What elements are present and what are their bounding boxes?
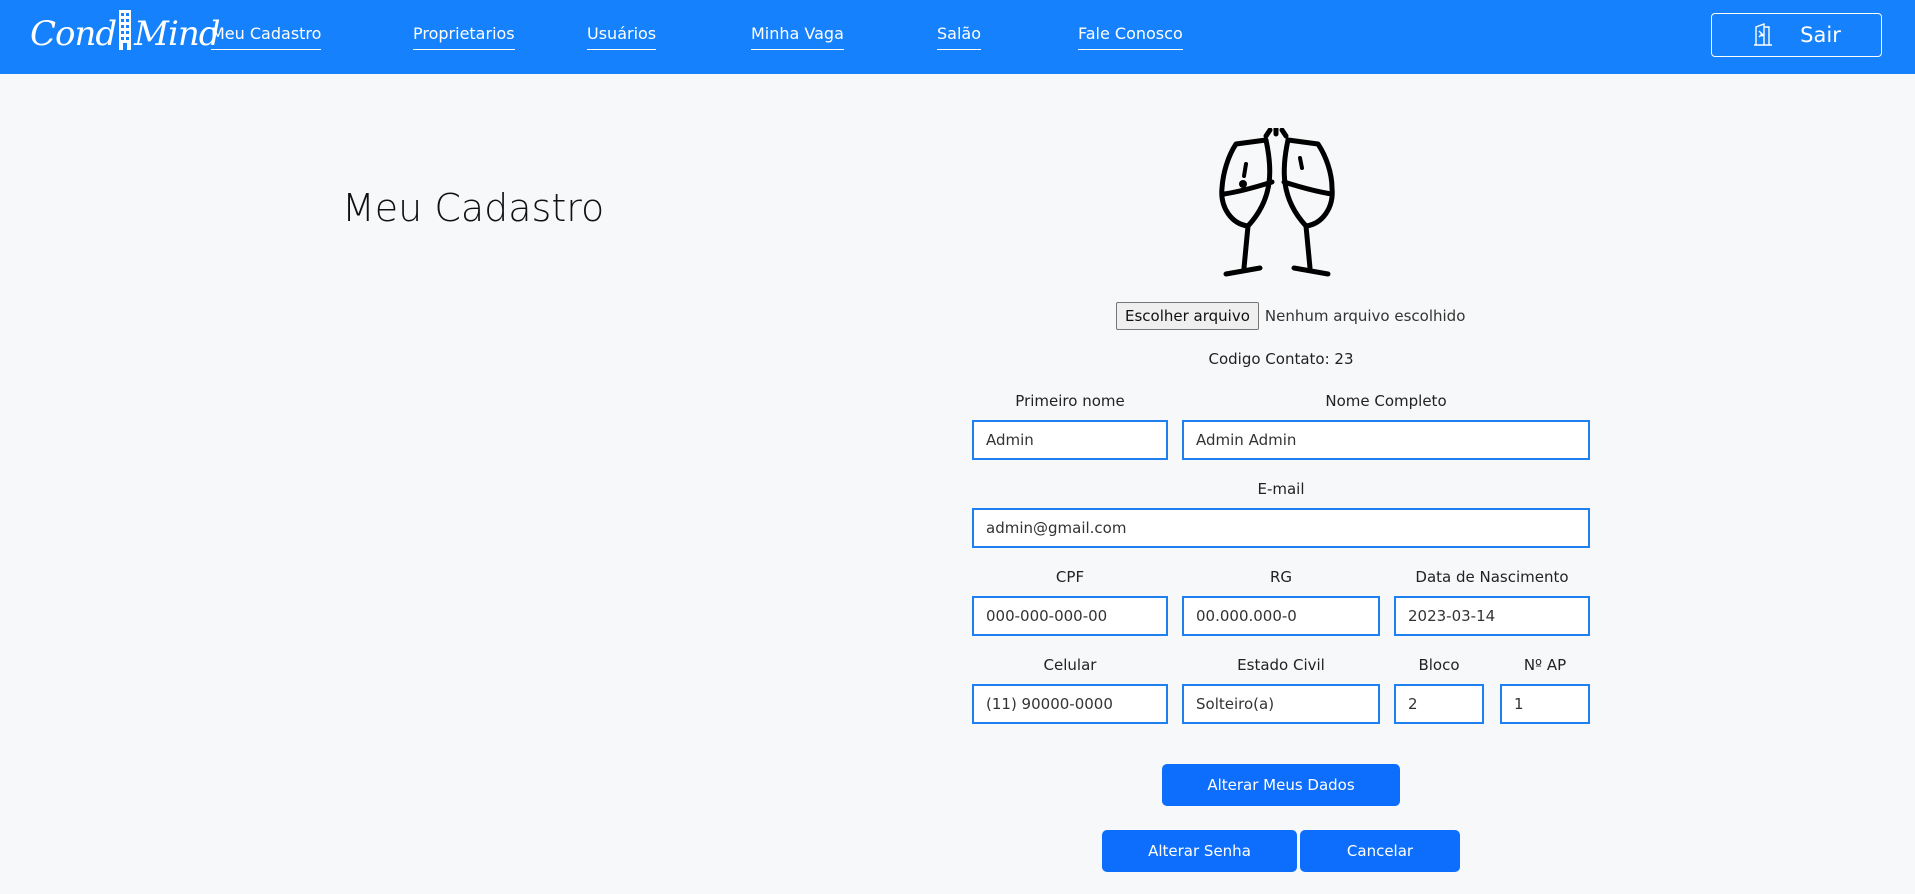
alterar-senha-button[interactable]: Alterar Senha <box>1102 830 1297 872</box>
label-celular: Celular <box>1043 656 1097 674</box>
toast-glasses-icon <box>1208 125 1348 284</box>
file-chooser: Escolher arquivo Nenhum arquivo escolhid… <box>1116 302 1465 330</box>
estado-civil-field[interactable]: Solteiro(a) <box>1182 684 1380 724</box>
cpf-field[interactable]: 000-000-000-00 <box>972 596 1168 636</box>
page-title: Meu Cadastro <box>342 186 605 230</box>
label-apto: Nº AP <box>1523 656 1567 674</box>
apto-field[interactable]: 1 <box>1500 684 1590 724</box>
nav-fale-conosco[interactable]: Fale Conosco <box>1078 24 1183 50</box>
celular-field[interactable]: (11) 90000-0000 <box>972 684 1168 724</box>
alterar-dados-button[interactable]: Alterar Meus Dados <box>1162 764 1400 806</box>
condmind-logo[interactable]: Cond Mind <box>30 9 221 59</box>
label-primeiro-nome: Primeiro nome <box>1015 392 1125 410</box>
building-icon <box>118 9 132 59</box>
nav-salao[interactable]: Salão <box>937 24 981 50</box>
file-status: Nenhum arquivo escolhido <box>1264 307 1466 325</box>
nav-meu-cadastro[interactable]: Meu Cadastro <box>211 24 322 50</box>
logo-text-right: Mind <box>134 14 220 54</box>
cancel-button[interactable]: Cancelar <box>1300 830 1460 872</box>
label-bloco: Bloco <box>1418 656 1460 674</box>
rg-field[interactable]: 00.000.000-0 <box>1182 596 1380 636</box>
nav-usuarios[interactable]: Usuários <box>587 24 657 50</box>
first-name-field[interactable]: Admin <box>972 420 1168 460</box>
top-navbar: Cond Mind Meu Cadastro Proprietarios Usu… <box>0 0 1915 74</box>
label-email: E-mail <box>1257 480 1305 498</box>
label-rg: RG <box>1269 568 1293 586</box>
full-name-field[interactable]: Admin Admin <box>1182 420 1590 460</box>
label-nome-completo: Nome Completo <box>1325 392 1447 410</box>
email-field[interactable]: admin@gmail.com <box>972 508 1590 548</box>
birthdate-field[interactable]: 2023-03-14 <box>1394 596 1590 636</box>
label-cpf: CPF <box>1055 568 1085 586</box>
label-data-nascimento: Data de Nascimento <box>1415 568 1569 586</box>
bloco-field[interactable]: 2 <box>1394 684 1484 724</box>
codigo-contato: Codigo Contato: 23 <box>1208 350 1354 368</box>
logout-button[interactable]: Sair <box>1711 13 1882 57</box>
exit-door-icon <box>1752 23 1774 47</box>
logout-label: Sair <box>1800 23 1841 47</box>
label-estado-civil: Estado Civil <box>1237 656 1325 674</box>
nav-proprietarios[interactable]: Proprietarios <box>413 24 515 50</box>
nav-minha-vaga[interactable]: Minha Vaga <box>751 24 844 50</box>
choose-file-button[interactable]: Escolher arquivo <box>1116 302 1259 330</box>
logo-text-left: Cond <box>30 14 117 54</box>
